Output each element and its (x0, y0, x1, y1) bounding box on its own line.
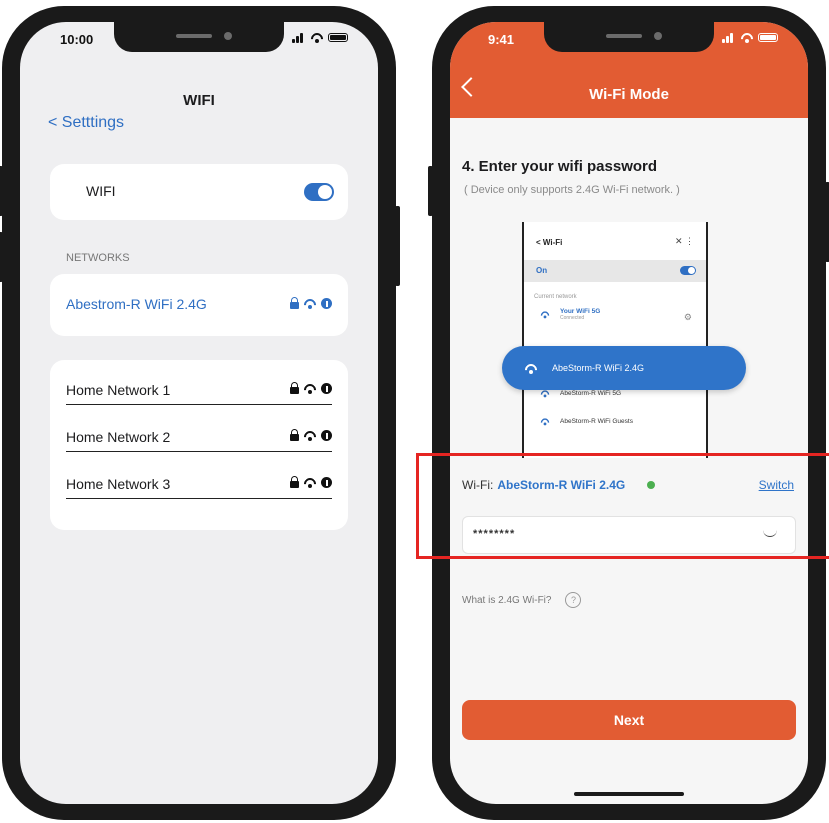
eye-closed-icon[interactable] (763, 529, 777, 537)
wifi-icon (540, 390, 550, 398)
phone-right: 9:41 Wi-Fi Mode 4. Enter your wifi passw… (428, 6, 829, 820)
back-button[interactable]: < Setttings (48, 114, 124, 132)
step-subtitle: ( Device only supports 2.4G Wi-Fi networ… (464, 184, 680, 196)
password-input[interactable]: ******** (462, 516, 796, 554)
connected-dot-icon (647, 481, 656, 489)
wifi-name: AbeStorm-R WiFi 2.4G (497, 478, 626, 492)
illustration-on-bar: On (524, 260, 706, 282)
info-icon[interactable] (321, 430, 332, 441)
status-time: 9:41 (488, 32, 515, 47)
volume-button (428, 166, 433, 216)
power-button (395, 206, 400, 286)
battery-icon (328, 33, 348, 42)
close-icon: ✕ ⋮ (674, 236, 694, 246)
wifi-label: Wi-Fi: (462, 478, 494, 492)
lock-icon (290, 429, 299, 441)
wifi-icon (540, 311, 550, 319)
phone-left: 10:00 WIFI < Setttings WIFI NETWORKS Abe… (0, 6, 400, 820)
status-time: 10:00 (60, 32, 94, 47)
wifi-icon (303, 430, 317, 441)
page-title: WIFI (183, 92, 215, 109)
illustration-on-label: On (536, 266, 548, 275)
network-status-icons (290, 429, 332, 441)
divider (66, 498, 332, 499)
divider (66, 451, 332, 452)
wifi-toggle-card: WIFI (50, 164, 348, 220)
wifi-toggle[interactable] (304, 183, 334, 201)
wifi-toggle-label: WIFI (86, 183, 116, 199)
connected-network-card[interactable]: Abestrom-R WiFi 2.4G (50, 274, 348, 336)
network-list-card: Home Network 1 Home Network 2 Home Netwo… (50, 360, 348, 530)
network-name: Home Network 2 (66, 429, 171, 445)
signal-icon (722, 32, 736, 43)
next-button[interactable]: Next (462, 700, 796, 740)
info-icon[interactable] (321, 477, 332, 488)
wifi-icon (524, 363, 538, 374)
password-value: ******** (473, 528, 516, 540)
wifi-icon (540, 418, 550, 426)
illustration-toggle (680, 266, 696, 275)
illustration-current-label: Current network (534, 294, 577, 300)
divider (66, 404, 332, 405)
help-text: What is 2.4G Wi-Fi? (462, 594, 552, 606)
volume-button (0, 232, 3, 282)
illustration-list-item: AbeStorm-R WiFi Guests (538, 416, 633, 427)
connected-network-name: Abestrom-R WiFi 2.4G (66, 296, 207, 312)
page-title: Wi-Fi Mode (589, 86, 669, 103)
step-title: 4. Enter your wifi password (462, 158, 658, 175)
illustration-phone: < Wi-Fi ✕ ⋮ On Current network Your WiFi… (522, 222, 708, 458)
illustration-current-network: Your WiFi 5G Connected (538, 308, 600, 321)
illustration-popup: AbeStorm-R WiFi 2.4G (502, 346, 746, 390)
wifi-icon (310, 32, 324, 43)
selected-wifi: Wi-Fi: AbeStorm-R WiFi 2.4G (462, 478, 656, 492)
lock-icon (290, 382, 299, 394)
power-button (825, 182, 829, 262)
notch (544, 22, 714, 52)
wifi-icon (303, 298, 317, 309)
network-status-icons (290, 297, 332, 309)
info-icon[interactable] (321, 383, 332, 394)
question-icon[interactable]: ? (565, 592, 582, 608)
network-name: Home Network 3 (66, 476, 171, 492)
volume-button (0, 166, 3, 216)
lock-icon (290, 297, 299, 309)
wifi-icon (303, 477, 317, 488)
section-label: NETWORKS (66, 252, 130, 264)
illustration-header: < Wi-Fi (536, 238, 563, 247)
home-indicator (574, 792, 684, 796)
wifi-icon (740, 32, 754, 43)
info-icon[interactable] (321, 298, 332, 309)
network-status-icons (290, 382, 332, 394)
network-name: Home Network 1 (66, 382, 171, 398)
lock-icon (290, 476, 299, 488)
ios-settings-screen: 10:00 WIFI < Setttings WIFI NETWORKS Abe… (20, 22, 378, 804)
battery-icon (758, 33, 778, 42)
signal-icon (292, 32, 306, 43)
network-status-icons (290, 476, 332, 488)
status-icons (722, 32, 778, 43)
wifi-icon (303, 383, 317, 394)
help-row[interactable]: What is 2.4G Wi-Fi? ? (462, 592, 582, 608)
wifi-mode-screen: 9:41 Wi-Fi Mode 4. Enter your wifi passw… (450, 22, 808, 804)
switch-link[interactable]: Switch (759, 478, 794, 492)
notch (114, 22, 284, 52)
status-icons (292, 32, 348, 43)
gear-icon: ⚙ (683, 312, 692, 322)
